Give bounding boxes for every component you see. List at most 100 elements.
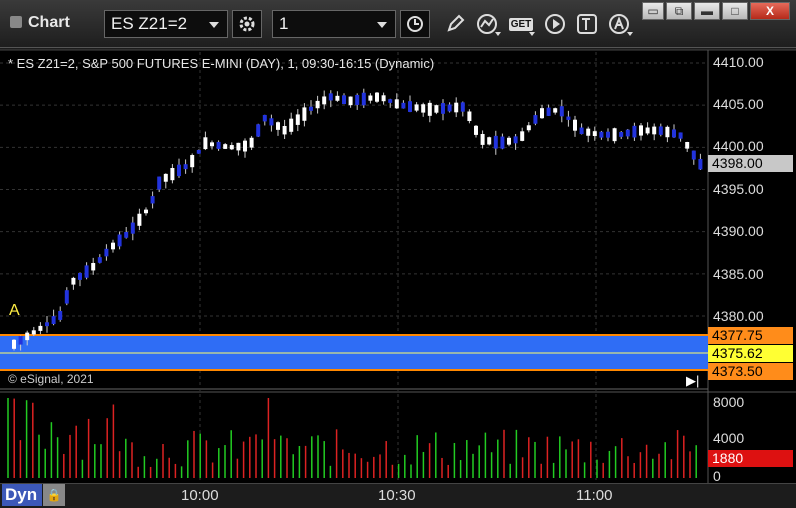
candle-body	[295, 114, 300, 125]
candle-body	[375, 92, 379, 102]
candle-body	[685, 142, 690, 149]
candle-body	[553, 108, 558, 113]
candle-body	[566, 116, 571, 120]
candle-body	[190, 155, 195, 168]
time-axis-label: 10:30	[378, 487, 416, 504]
candle-body	[394, 99, 399, 109]
candle-body	[315, 100, 320, 109]
candle-body	[513, 136, 518, 144]
lock-icon[interactable]: 🔒	[43, 484, 65, 506]
scroll-to-end-icon[interactable]: ▶|	[686, 373, 699, 389]
candle-body	[579, 127, 584, 135]
price-axis-label: 4405.00	[713, 96, 764, 112]
dynamic-mode-button[interactable]: Dyn	[2, 484, 42, 506]
candle-body	[625, 129, 630, 137]
candle-body	[467, 111, 472, 122]
candle-body	[12, 339, 16, 349]
price-axis-label: 4395.00	[713, 181, 764, 197]
candle-body	[540, 108, 544, 119]
candle-body	[573, 119, 577, 131]
price-chart[interactable]	[0, 0, 796, 508]
candle-body	[639, 125, 643, 136]
candle-body	[632, 125, 637, 138]
candle-body	[672, 129, 676, 138]
time-axis-label: 10:00	[181, 487, 219, 504]
candle-body	[229, 145, 234, 150]
candle-body	[302, 107, 307, 121]
candle-body	[487, 137, 492, 145]
candle-body	[25, 332, 30, 341]
candle-body	[652, 126, 657, 135]
candle-body	[658, 126, 663, 135]
candle-body	[157, 176, 162, 190]
volume-tag: 1880	[708, 450, 793, 467]
candle-body	[335, 95, 340, 101]
candle-body	[441, 103, 445, 114]
candle-body	[249, 137, 254, 148]
candle-body	[210, 142, 214, 147]
candle-body	[401, 102, 406, 109]
candle-body	[546, 107, 551, 116]
symbol-info: * ES Z21=2, S&P 500 FUTURES E-MINI (DAY)…	[8, 56, 435, 71]
candle-body	[144, 209, 148, 214]
candle-body	[282, 126, 287, 135]
candle-body	[427, 102, 432, 116]
candle-body	[177, 164, 181, 177]
candle-body	[665, 126, 670, 138]
candle-body	[124, 231, 129, 238]
candle-body	[262, 114, 267, 122]
marker-a: A	[9, 302, 20, 319]
candle-body	[203, 137, 208, 150]
candle-body	[38, 325, 43, 331]
candle-body	[309, 106, 313, 111]
candle-body	[91, 263, 96, 271]
candle-body	[507, 137, 511, 145]
candle-body	[130, 222, 135, 234]
candle-body	[58, 310, 63, 320]
candle-body	[408, 101, 412, 112]
candle-body	[78, 272, 82, 280]
candle-body	[104, 248, 109, 257]
candle-body	[18, 336, 23, 345]
candle-body	[447, 104, 452, 112]
candle-body	[698, 158, 703, 170]
candle-body	[289, 118, 294, 132]
candle-body	[493, 135, 498, 149]
candle-body	[592, 131, 597, 136]
candle-body	[322, 96, 327, 105]
copyright: © eSignal, 2021	[8, 372, 94, 386]
lower-band-tag: 4373.50	[708, 363, 793, 380]
candle-body	[111, 242, 115, 250]
candle-body	[388, 99, 393, 103]
price-axis-label: 4390.00	[713, 223, 764, 239]
mid-band-tag: 4375.62	[708, 345, 793, 362]
candle-body	[71, 277, 76, 285]
candle-body	[243, 140, 247, 152]
candle-body	[454, 102, 459, 113]
candle-body	[619, 132, 624, 137]
candle-body	[163, 173, 168, 182]
candle-body	[460, 102, 465, 112]
candle-body	[474, 125, 478, 135]
price-axis-label: 4410.00	[713, 54, 764, 70]
candle-body	[236, 142, 241, 151]
candle-body	[256, 124, 261, 137]
volume-axis-label: 0	[713, 468, 721, 484]
time-axis-label: 11:00	[576, 487, 613, 504]
candle-body	[84, 265, 89, 278]
candle-body	[434, 105, 439, 113]
candle-body	[183, 164, 188, 170]
candle-body	[216, 141, 221, 149]
candle-body	[196, 149, 201, 154]
candle-body	[480, 134, 485, 145]
candle-body	[276, 122, 280, 130]
volume-axis-label: 4000	[713, 430, 745, 446]
candle-body	[31, 330, 36, 335]
last-price-tag: 4398.00	[708, 155, 793, 172]
candle-body	[599, 131, 604, 138]
price-axis-label: 4400.00	[713, 138, 764, 154]
candle-body	[355, 94, 360, 105]
price-axis-label: 4380.00	[713, 308, 764, 324]
candle-body	[342, 95, 346, 105]
candle-body	[526, 125, 531, 131]
